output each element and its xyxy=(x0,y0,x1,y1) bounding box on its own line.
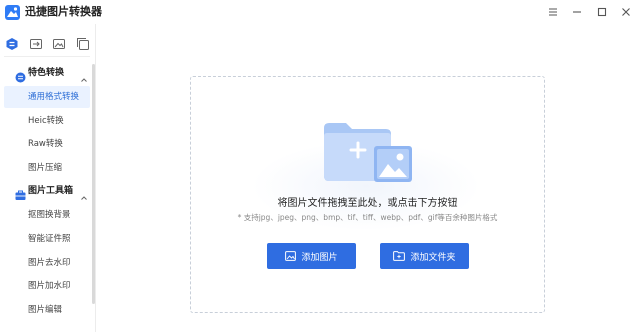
folder-image-icon xyxy=(322,120,414,188)
sidebar-item-label: 智能证件照 xyxy=(28,234,71,244)
image-icon xyxy=(285,251,297,261)
toolbox-group-icon xyxy=(15,186,26,200)
add-image-label: 添加图片 xyxy=(301,252,338,263)
group-special-convert[interactable]: 特色转换 xyxy=(0,63,92,85)
minimize-icon[interactable] xyxy=(568,3,586,21)
sidebar-item-label: 图片编辑 xyxy=(28,305,63,315)
maximize-icon[interactable] xyxy=(593,3,611,21)
menu-icon[interactable] xyxy=(544,3,562,21)
app-switch-icon[interactable] xyxy=(5,36,19,50)
app-title: 迅捷图片转换器 xyxy=(25,5,102,18)
group-label: 图片工具箱 xyxy=(28,186,74,196)
image-edit-icon[interactable] xyxy=(52,36,66,50)
logo-icon xyxy=(5,5,20,20)
sidebar-item-remove-watermark[interactable]: 图片去水印 xyxy=(4,252,90,274)
sidebar: 特色转换 通用格式转换 Heic转换 Raw转换 图片压缩 图片工具箱 抠图换背… xyxy=(0,24,96,332)
sidebar-scrollbar[interactable] xyxy=(92,64,95,304)
sidebar-item-id-photo[interactable]: 智能证件照 xyxy=(4,228,90,250)
sidebar-item-label: 通用格式转换 xyxy=(28,92,80,102)
drop-title: 将图片文件拖拽至此处，或点击下方按钮 xyxy=(277,198,458,209)
title-bar: 迅捷图片转换器 xyxy=(0,0,640,24)
sidebar-item-image-edit[interactable]: 图片编辑 xyxy=(4,299,90,321)
drop-zone[interactable]: 将图片文件拖拽至此处，或点击下方按钮 * 支持jpg、jpeg、png、bmp、… xyxy=(190,76,545,313)
group-toolbox[interactable]: 图片工具箱 xyxy=(0,181,92,203)
sidebar-item-heic[interactable]: Heic转换 xyxy=(4,110,90,132)
sidebar-item-label: 图片去水印 xyxy=(28,258,71,268)
chevron-up-icon xyxy=(80,69,88,82)
sidebar-item-label: 图片压缩 xyxy=(28,163,63,173)
sidebar-item-compress[interactable]: 图片压缩 xyxy=(4,157,90,179)
sidebar-divider xyxy=(4,56,90,57)
folder-add-icon xyxy=(393,251,406,261)
sidebar-item-label: 抠图换背景 xyxy=(28,210,71,220)
sidebar-item-label: 图片加水印 xyxy=(28,281,71,291)
image-convert-icon[interactable] xyxy=(29,36,43,50)
sidebar-item-add-watermark[interactable]: 图片加水印 xyxy=(4,275,90,297)
sidebar-item-cutout[interactable]: 抠图换背景 xyxy=(4,204,90,226)
chevron-up-icon xyxy=(80,187,88,200)
sidebar-top-icons xyxy=(0,34,96,54)
image-copy-icon[interactable] xyxy=(76,36,90,50)
group-label: 特色转换 xyxy=(28,68,65,78)
supported-formats-hint: * 支持jpg、jpeg、png、bmp、tif、tiff、webp、pdf、g… xyxy=(237,213,498,222)
add-image-button[interactable]: 添加图片 xyxy=(267,243,356,269)
close-icon[interactable] xyxy=(617,3,635,21)
sidebar-item-label: Heic转换 xyxy=(28,116,64,126)
add-folder-button[interactable]: 添加文件夹 xyxy=(380,243,469,269)
sidebar-item-raw[interactable]: Raw转换 xyxy=(4,133,90,155)
sidebar-item-label: Raw转换 xyxy=(28,139,63,149)
sidebar-item-general-convert[interactable]: 通用格式转换 xyxy=(4,86,90,108)
add-folder-label: 添加文件夹 xyxy=(410,252,456,263)
convert-group-icon xyxy=(15,68,26,83)
